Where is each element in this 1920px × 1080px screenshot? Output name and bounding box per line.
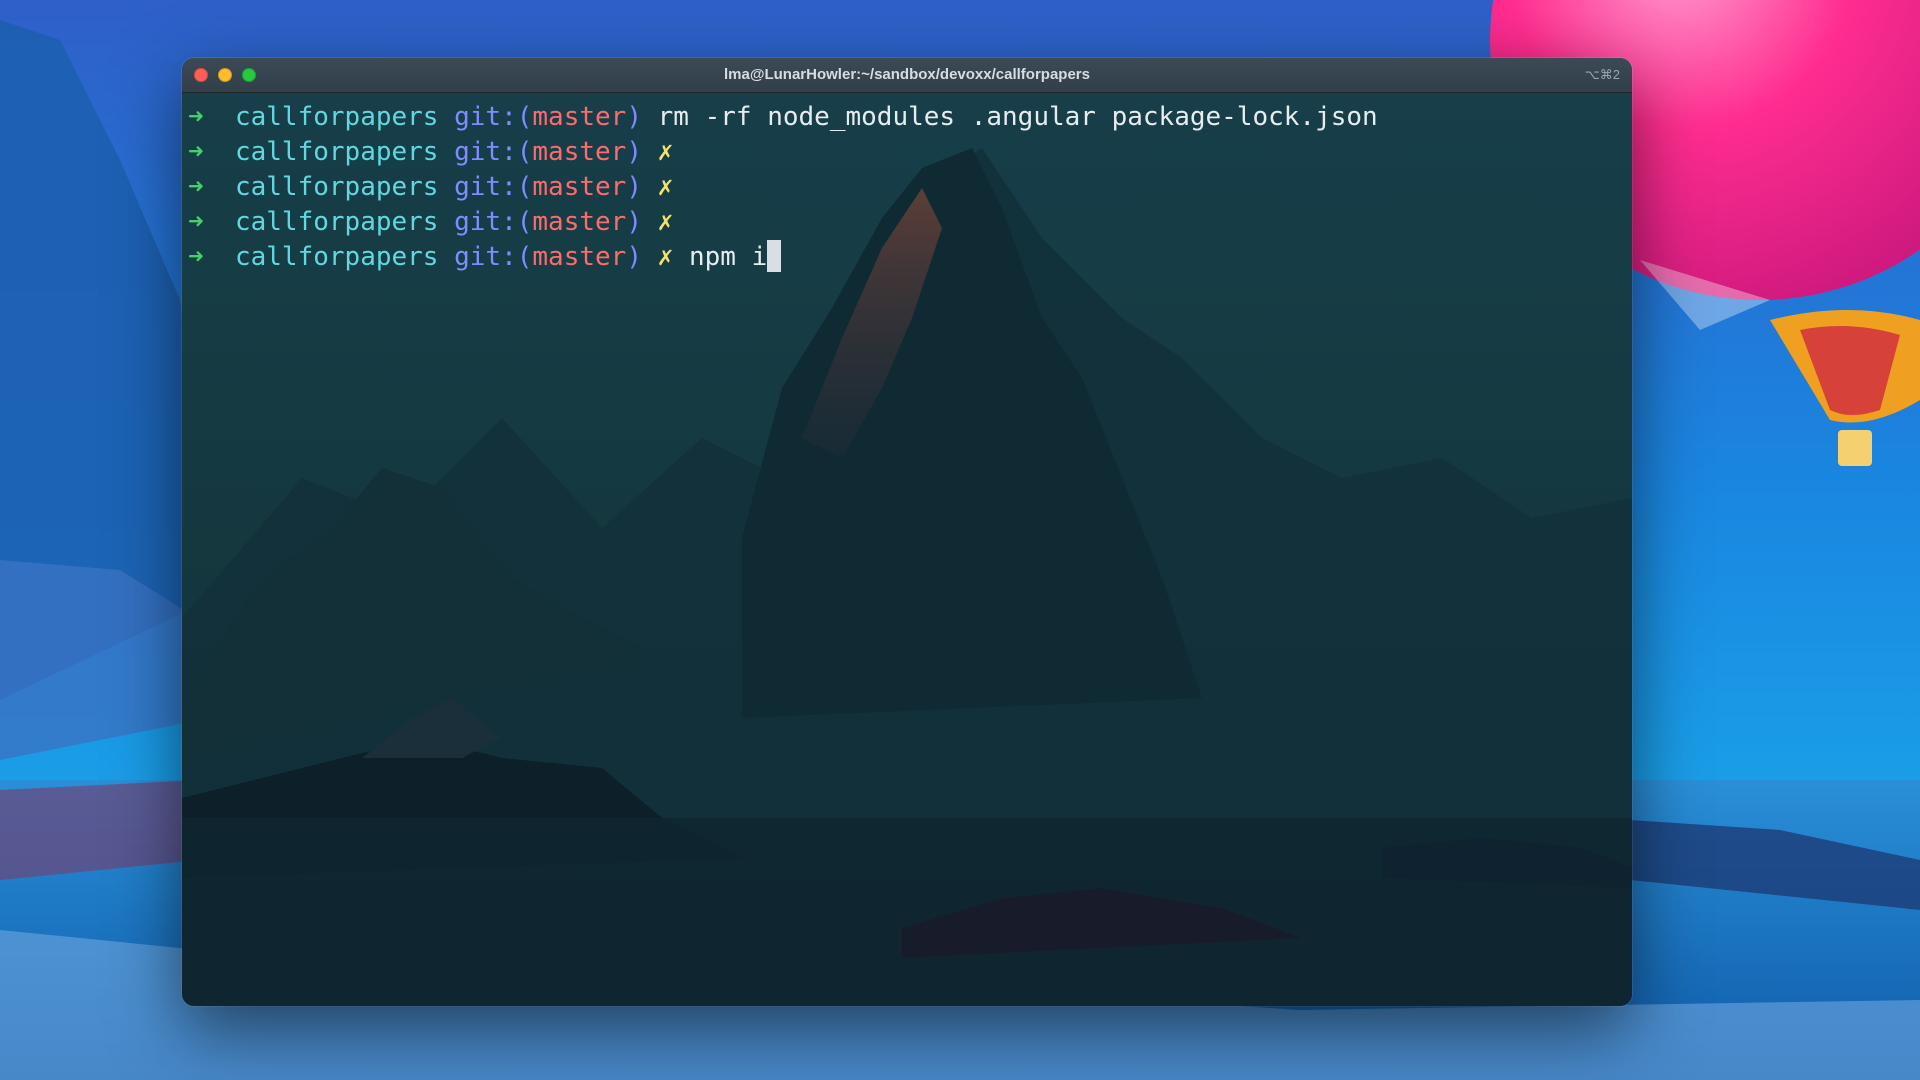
prompt-git-close: ) [626,172,642,202]
prompt-git-close: ) [626,137,642,167]
window-shortcut: ⌥⌘2 [1584,67,1620,82]
terminal-output[interactable]: ➜ callforpapers git:(master) rm -rf node… [182,100,1632,275]
prompt-arrow-icon: ➜ [188,172,204,202]
command-text: rm -rf node_modules .angular package-loc… [657,102,1378,132]
dirty-marker-icon: ✗ [657,207,674,237]
prompt-branch: master [532,207,627,237]
dirty-marker-icon: ✗ [657,172,674,202]
prompt-git-close: ) [626,102,642,132]
text-cursor [767,240,782,272]
window-title: lma@LunarHowler:~/sandbox/devoxx/callfor… [724,66,1090,83]
prompt-git-label: git:( [454,172,533,202]
dirty-marker-icon: ✗ [657,242,674,272]
prompt-arrow-icon: ➜ [188,137,204,167]
prompt-git-label: git:( [454,242,533,272]
dirty-marker-icon: ✗ [657,137,674,167]
title-bar[interactable]: lma@LunarHowler:~/sandbox/devoxx/callfor… [182,58,1632,93]
prompt-git-label: git:( [454,102,533,132]
prompt-arrow-icon: ➜ [188,102,204,132]
prompt-git-close: ) [626,207,642,237]
terminal-line: ➜ callforpapers git:(master) rm -rf node… [182,100,1632,135]
prompt-branch: master [532,172,627,202]
terminal-line: ➜ callforpapers git:(master) ✗ [182,205,1632,240]
prompt-branch: master [532,102,627,132]
prompt-arrow-icon: ➜ [188,242,204,272]
prompt-branch: master [532,242,627,272]
terminal-window[interactable]: lma@LunarHowler:~/sandbox/devoxx/callfor… [182,58,1632,1006]
prompt-git-close: ) [626,242,642,272]
terminal-input-line[interactable]: ➜ callforpapers git:(master) ✗ npm i [182,240,1632,275]
prompt-directory: callforpapers [234,137,439,167]
prompt-directory: callforpapers [234,172,439,202]
prompt-branch: master [532,137,627,167]
terminal-line: ➜ callforpapers git:(master) ✗ [182,135,1632,170]
prompt-arrow-icon: ➜ [188,207,204,237]
prompt-directory: callforpapers [234,242,439,272]
prompt-git-label: git:( [454,137,533,167]
prompt-directory: callforpapers [234,207,439,237]
prompt-git-label: git:( [454,207,533,237]
prompt-directory: callforpapers [234,102,439,132]
terminal-line: ➜ callforpapers git:(master) ✗ [182,170,1632,205]
command-input-text[interactable]: npm i [689,242,767,272]
